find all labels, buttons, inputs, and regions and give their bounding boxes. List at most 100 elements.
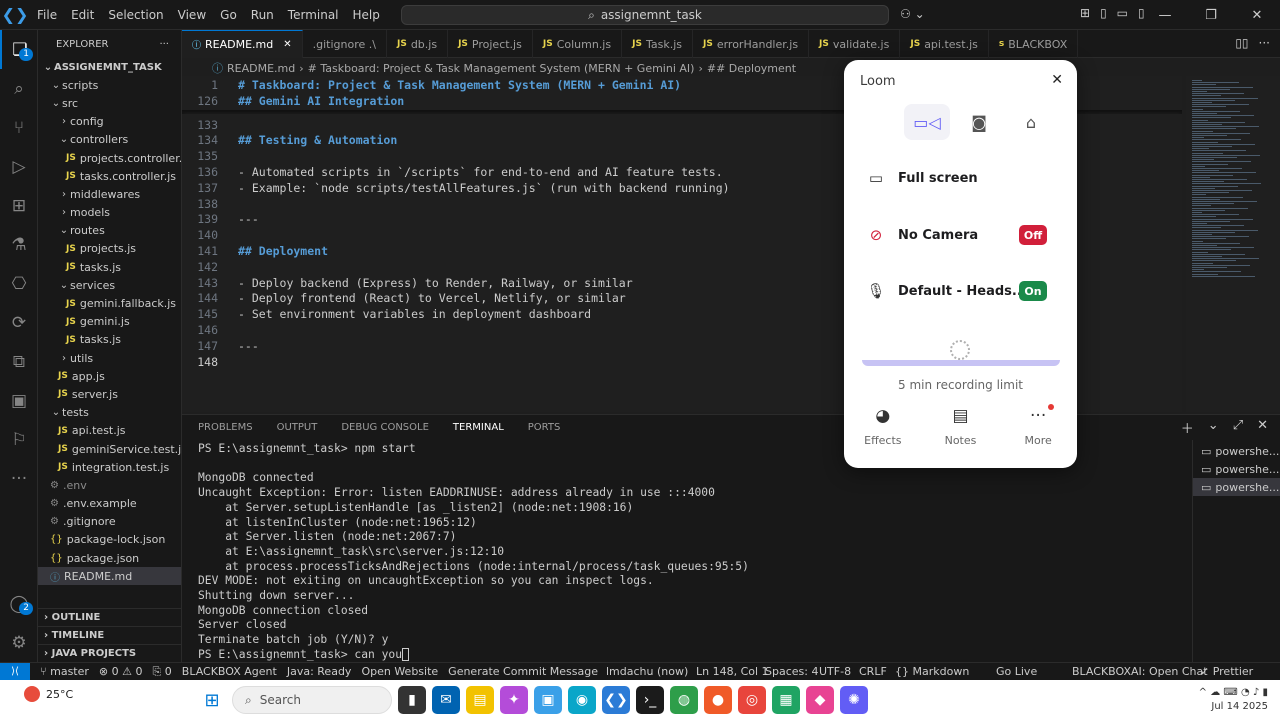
tree-file[interactable]: JS server.js — [38, 385, 181, 403]
explorer-icon[interactable]: ❏1 — [0, 30, 38, 69]
tree-folder[interactable]: › config — [38, 113, 181, 131]
testing-icon[interactable]: ⚗ — [0, 225, 38, 264]
tab-debug-console[interactable]: DEBUG CONSOLE — [333, 415, 437, 441]
camera-select[interactable]: ⊘ No Camera Off — [862, 217, 1059, 253]
editor-tab[interactable]: JS validate.js — [809, 30, 901, 58]
editor-more-icon[interactable]: ··· — [1259, 36, 1270, 50]
effects-button[interactable]: ◕ Effects — [853, 406, 913, 447]
tree-file[interactable]: JS app.js — [38, 367, 181, 385]
new-terminal-icon[interactable]: ＋ — [1181, 418, 1194, 437]
minimize-icon[interactable]: — — [1142, 0, 1188, 30]
breadcrumb-file[interactable]: README.md — [227, 62, 295, 75]
tree-file[interactable]: JS integration.test.js — [38, 458, 181, 476]
breadcrumb-heading[interactable]: # Taskboard: Project & Task Management S… — [308, 62, 695, 75]
menu-run[interactable]: Run — [244, 0, 281, 30]
tree-folder[interactable]: ⌄ controllers — [38, 131, 181, 149]
notes-button[interactable]: ▤ Notes — [930, 406, 990, 447]
tree-file[interactable]: ⚙ .gitignore — [38, 513, 181, 531]
live-share-icon[interactable]: ⟳ — [0, 303, 38, 342]
tree-file[interactable]: JS tasks.js — [38, 258, 181, 276]
loom-taskbar-icon[interactable]: ✺ — [840, 686, 868, 714]
tree-folder[interactable]: ⌄ tests — [38, 404, 181, 422]
ports-indicator[interactable]: ⎘ 0 — [152, 665, 171, 679]
video-camera-icon[interactable]: ▭◁ — [904, 104, 950, 140]
close-tab-icon[interactable]: ✕ — [283, 39, 291, 50]
tree-folder[interactable]: ⌄ routes — [38, 222, 181, 240]
windows-start-icon[interactable]: ⊞ — [198, 686, 226, 714]
microphone-select[interactable]: 🎙 Default - Heads... On — [862, 273, 1059, 309]
tab-output[interactable]: OUTPUT — [269, 415, 326, 441]
run-debug-icon[interactable]: ▷ — [0, 147, 38, 186]
editor-tab[interactable]: JS Column.js — [533, 30, 623, 58]
toggle-sidebar-icon[interactable]: ▯ — [1100, 6, 1107, 20]
weather-widget[interactable]: 25°C — [24, 686, 73, 702]
source-control-icon[interactable]: ⑂ — [0, 108, 38, 147]
remote-indicator-icon[interactable]: ⟩⟨ — [0, 662, 30, 681]
tab-terminal[interactable]: TERMINAL — [444, 415, 512, 441]
screenshot-camera-icon[interactable]: ◙ — [956, 104, 1002, 140]
remote-explorer-icon[interactable]: ⎔ — [0, 264, 38, 303]
end-of-line[interactable]: CRLF — [859, 665, 887, 678]
tree-file[interactable]: JS geminiService.test.js — [38, 440, 181, 458]
customize-layout-icon[interactable]: ⊞ — [1080, 6, 1090, 20]
language-mode[interactable]: {} Markdown — [895, 665, 969, 678]
tree-file[interactable]: JS gemini.js — [38, 313, 181, 331]
chrome-icon[interactable]: ◎ — [738, 686, 766, 714]
terminal-dropdown-icon[interactable]: ⌄ — [1208, 418, 1219, 437]
more-views-icon[interactable]: ··· — [0, 459, 38, 498]
blackboxai-chat[interactable]: BLACKBOXAI: Open Chat — [1072, 665, 1208, 678]
menu-edit[interactable]: Edit — [64, 0, 101, 30]
menu-help[interactable]: Help — [346, 0, 387, 30]
tree-file[interactable]: {} package-lock.json — [38, 531, 181, 549]
tab-problems[interactable]: PROBLEMS — [190, 415, 261, 441]
more-button[interactable]: ··· More — [1008, 404, 1068, 447]
sheets-icon[interactable]: ▦ — [772, 686, 800, 714]
tab-ports[interactable]: PORTS — [520, 415, 569, 441]
photos-icon[interactable]: ▣ — [534, 686, 562, 714]
account-icon[interactable]: ◯ 2 — [0, 584, 38, 623]
split-editor-icon[interactable]: ▯▯ — [1235, 36, 1248, 50]
branch-indicator[interactable]: ⑂ master — [40, 665, 89, 678]
go-live[interactable]: Go Live — [996, 665, 1037, 678]
maximize-panel-icon[interactable]: ⤢ — [1233, 418, 1243, 437]
tree-folder[interactable]: ⌄ services — [38, 276, 181, 294]
tree-folder[interactable]: ⌄ scripts — [38, 76, 181, 94]
app-icon[interactable]: ◆ — [806, 686, 834, 714]
tree-folder[interactable]: › models — [38, 204, 181, 222]
terminal-output[interactable]: PS E:\assignemnt_task> npm start MongoDB … — [182, 440, 1192, 662]
java-projects-icon[interactable]: ▣ — [0, 381, 38, 420]
blackbox-agent[interactable]: BLACKBOX Agent — [182, 665, 277, 678]
explorer-more-icon[interactable]: ··· — [159, 39, 169, 50]
java-status[interactable]: Java: Ready — [287, 665, 352, 678]
section-timeline[interactable]: › TIMELINE — [38, 626, 181, 644]
terminal-instance[interactable]: ▭ powershe... — [1193, 460, 1280, 478]
tree-file[interactable]: {} package.json — [38, 549, 181, 567]
minimap[interactable] — [1186, 76, 1280, 412]
menu-file[interactable]: File — [30, 0, 64, 30]
system-tray[interactable]: ^ ☁ ⌨ ◔ ♪ ▮ Jul 14 2025 — [1199, 686, 1268, 714]
tree-folder[interactable]: › utils — [38, 349, 181, 367]
menu-go[interactable]: Go — [213, 0, 244, 30]
close-window-icon[interactable]: ✕ — [1234, 0, 1280, 30]
prettier[interactable]: ✓ Prettier — [1200, 665, 1253, 678]
tree-file[interactable]: ⓘ README.md — [38, 567, 181, 586]
toggle-panel-icon[interactable]: ▭ — [1117, 6, 1128, 20]
tree-file[interactable]: ⚙ .env.example — [38, 495, 181, 513]
section-java-projects[interactable]: › JAVA PROJECTS — [38, 644, 181, 662]
close-panel-icon[interactable]: ✕ — [1257, 418, 1268, 437]
problems-indicator[interactable]: ⊗ 0 ⚠ 0 — [99, 665, 143, 678]
whatsapp-icon[interactable]: ◍ — [670, 686, 698, 714]
tools-icon[interactable]: ⚐ — [0, 420, 38, 459]
camera-toggle[interactable]: Off — [1019, 225, 1047, 245]
menu-view[interactable]: View — [171, 0, 213, 30]
tree-file[interactable]: JS tasks.controller.js — [38, 167, 181, 185]
terminal-instance[interactable]: ▭ powershe... — [1193, 442, 1280, 460]
menu-selection[interactable]: Selection — [101, 0, 170, 30]
microphone-toggle[interactable]: On — [1019, 281, 1047, 301]
editor-tab[interactable]: JS Task.js — [622, 30, 693, 58]
editor-tab[interactable]: JS Project.js — [448, 30, 533, 58]
close-icon[interactable]: ✕ — [1051, 72, 1063, 88]
tree-file[interactable]: JS projects.js — [38, 240, 181, 258]
user-presence[interactable]: lmdachu (now) — [606, 665, 688, 678]
tree-file[interactable]: JS gemini.fallback.js — [38, 294, 181, 312]
